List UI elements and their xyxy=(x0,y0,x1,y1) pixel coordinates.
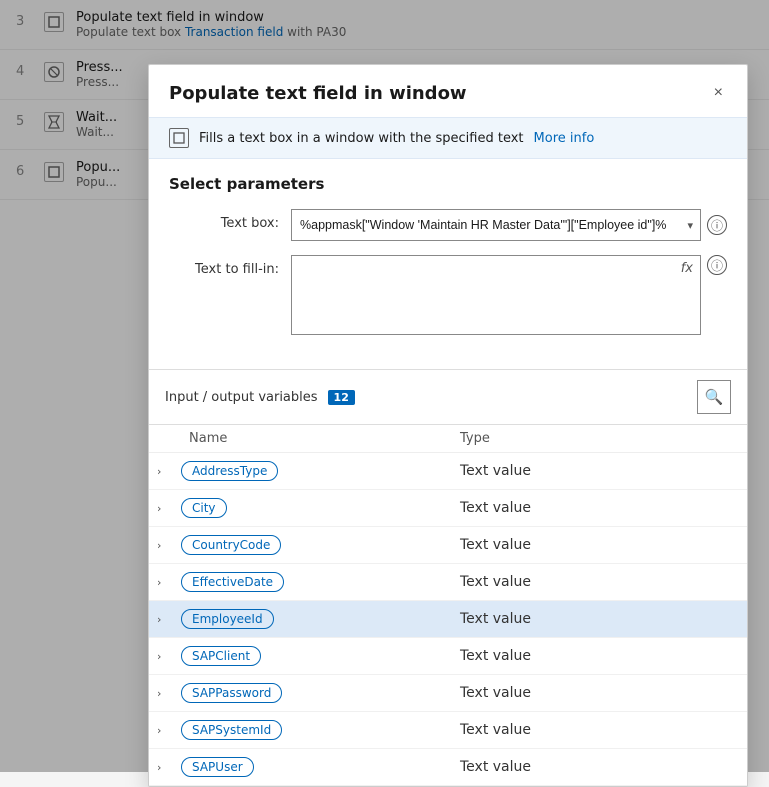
variable-name-tag: SAPSystemId xyxy=(181,720,282,740)
chevron-right-icon[interactable]: › xyxy=(157,650,181,663)
fx-icon: fx xyxy=(681,261,693,276)
variable-name-cell: EmployeeId xyxy=(181,609,460,629)
action-icon xyxy=(169,128,189,148)
variable-name-tag: EffectiveDate xyxy=(181,572,284,592)
variable-name-tag: SAPPassword xyxy=(181,683,282,703)
info-banner: Fills a text box in a window with the sp… xyxy=(149,117,747,159)
variable-type-cell: Text value xyxy=(460,611,739,627)
variable-name-cell: SAPSystemId xyxy=(181,720,460,740)
variable-type-cell: Text value xyxy=(460,574,739,590)
variable-name-cell: City xyxy=(181,498,460,518)
variable-type-cell: Text value xyxy=(460,648,739,664)
populate-textfield-modal: Populate text field in window × Fills a … xyxy=(148,64,748,787)
variable-row[interactable]: › CountryCode Text value xyxy=(149,527,747,564)
col-header-type: Type xyxy=(460,431,731,446)
variable-name-tag: City xyxy=(181,498,227,518)
textfill-control: fx ⓘ xyxy=(291,255,727,339)
variable-type-cell: Text value xyxy=(460,500,739,516)
params-section: Select parameters Text box: %appmask["Wi… xyxy=(149,159,747,369)
variable-name-tag: AddressType xyxy=(181,461,278,481)
variable-type-cell: Text value xyxy=(460,463,739,479)
chevron-right-icon[interactable]: › xyxy=(157,724,181,737)
variable-name-tag: CountryCode xyxy=(181,535,281,555)
col-header-name: Name xyxy=(189,431,460,446)
variable-type-cell: Text value xyxy=(460,685,739,701)
variables-search-button[interactable]: 🔍 xyxy=(697,380,731,414)
chevron-right-icon[interactable]: › xyxy=(157,539,181,552)
textfill-label: Text to fill-in: xyxy=(169,255,279,277)
chevron-right-icon[interactable]: › xyxy=(157,465,181,478)
modal-header: Populate text field in window × xyxy=(149,65,747,117)
textfill-area-container: fx xyxy=(291,255,701,339)
variable-type-cell: Text value xyxy=(460,722,739,738)
modal-title: Populate text field in window xyxy=(169,83,467,104)
params-title: Select parameters xyxy=(169,175,727,193)
search-icon: 🔍 xyxy=(705,388,724,406)
variable-row[interactable]: › AddressType Text value xyxy=(149,453,747,490)
textfill-param-row: Text to fill-in: fx ⓘ xyxy=(169,255,727,339)
variable-name-cell: AddressType xyxy=(181,461,460,481)
variable-row[interactable]: › EmployeeId Text value xyxy=(149,601,747,638)
textbox-param-row: Text box: %appmask["Window 'Maintain HR … xyxy=(169,209,727,241)
variable-name-cell: SAPUser xyxy=(181,757,460,777)
variable-name-cell: SAPClient xyxy=(181,646,460,666)
variable-name-tag: SAPUser xyxy=(181,757,254,777)
modal-close-button[interactable]: × xyxy=(710,81,727,105)
textbox-control: %appmask["Window 'Maintain HR Master Dat… xyxy=(291,209,727,241)
chevron-right-icon[interactable]: › xyxy=(157,502,181,515)
variables-table-header: Name Type xyxy=(149,425,747,453)
textbox-dropdown-container: %appmask["Window 'Maintain HR Master Dat… xyxy=(291,209,701,241)
more-info-link[interactable]: More info xyxy=(534,131,595,146)
variable-row[interactable]: › SAPUser Text value xyxy=(149,749,747,786)
chevron-right-icon[interactable]: › xyxy=(157,576,181,589)
variable-row[interactable]: › City Text value xyxy=(149,490,747,527)
variable-name-cell: CountryCode xyxy=(181,535,460,555)
textbox-dropdown-wrap: %appmask["Window 'Maintain HR Master Dat… xyxy=(291,209,727,241)
variable-name-tag: SAPClient xyxy=(181,646,261,666)
variables-header: Input / output variables 12 🔍 xyxy=(149,370,747,425)
variables-count-badge: 12 xyxy=(328,390,355,405)
chevron-right-icon[interactable]: › xyxy=(157,613,181,626)
textfill-textarea[interactable] xyxy=(291,255,701,335)
textfill-info-button[interactable]: ⓘ xyxy=(707,255,727,275)
variable-row[interactable]: › SAPSystemId Text value xyxy=(149,712,747,749)
textbox-select[interactable]: %appmask["Window 'Maintain HR Master Dat… xyxy=(291,209,701,241)
variable-row[interactable]: › SAPClient Text value xyxy=(149,638,747,675)
textfill-textarea-wrap: fx ⓘ xyxy=(291,255,727,339)
info-text: Fills a text box in a window with the sp… xyxy=(199,131,524,146)
variable-row[interactable]: › SAPPassword Text value xyxy=(149,675,747,712)
variable-name-cell: SAPPassword xyxy=(181,683,460,703)
textbox-label: Text box: xyxy=(169,209,279,231)
variable-name-tag: EmployeeId xyxy=(181,609,274,629)
variables-panel: Input / output variables 12 🔍 Name Type … xyxy=(149,369,747,786)
variables-title: Input / output variables xyxy=(165,390,318,405)
variable-name-cell: EffectiveDate xyxy=(181,572,460,592)
variables-list: › AddressType Text value › City Text val… xyxy=(149,453,747,786)
variable-type-cell: Text value xyxy=(460,537,739,553)
variable-row[interactable]: › EffectiveDate Text value xyxy=(149,564,747,601)
chevron-right-icon[interactable]: › xyxy=(157,687,181,700)
variable-type-cell: Text value xyxy=(460,759,739,775)
textbox-info-button[interactable]: ⓘ xyxy=(707,215,727,235)
